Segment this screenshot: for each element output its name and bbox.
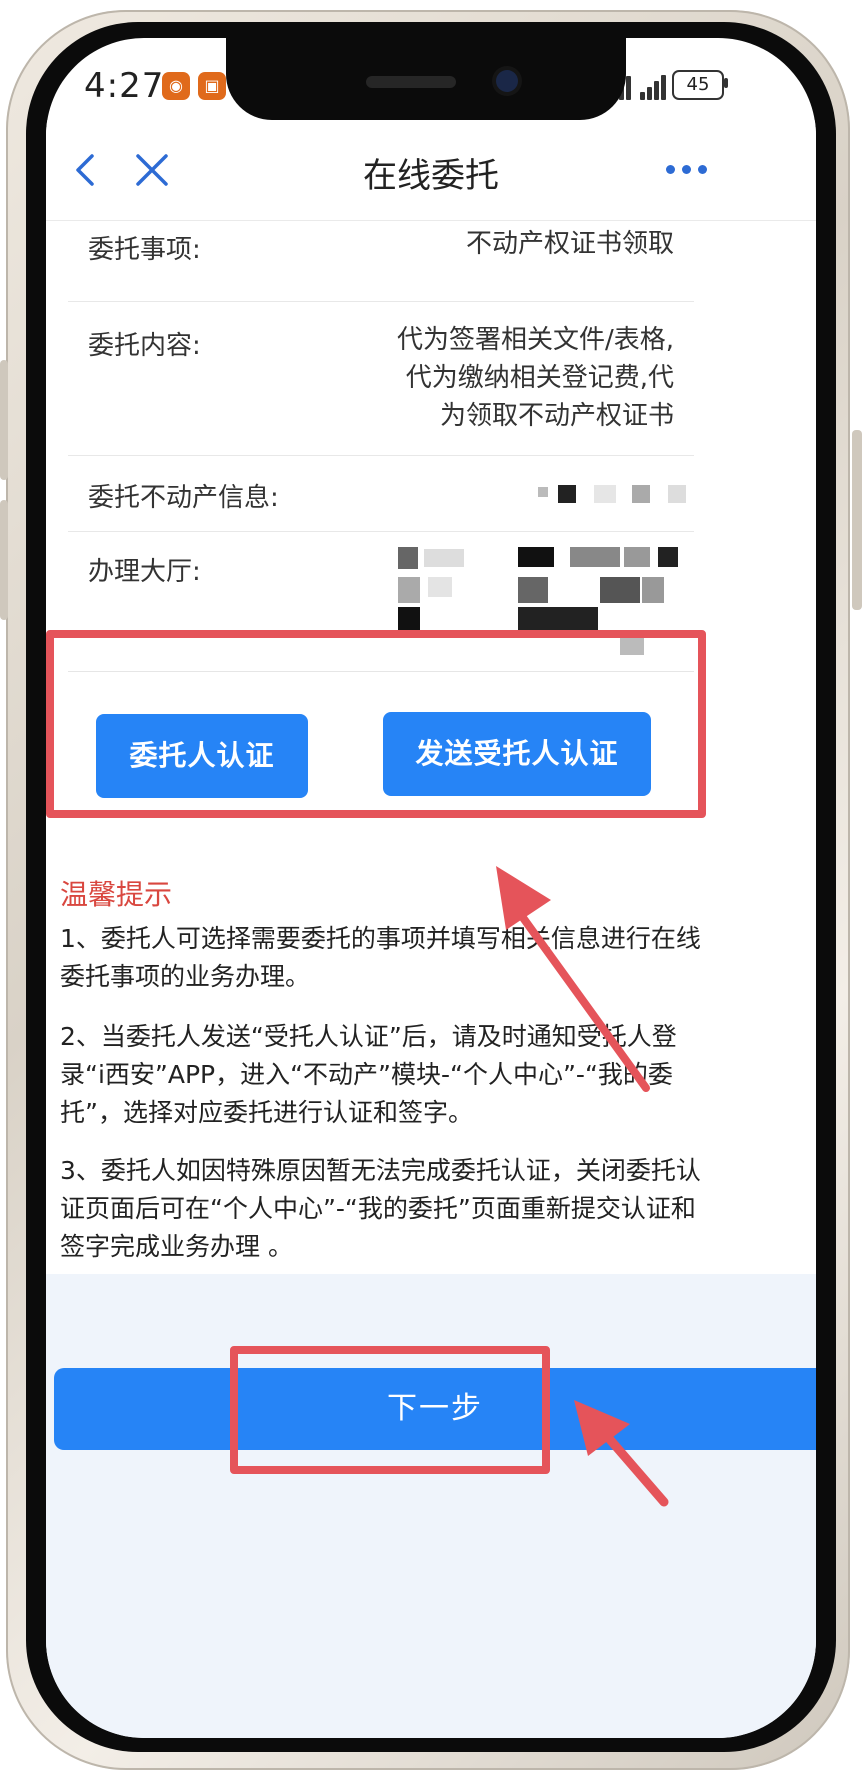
side-button (0, 360, 8, 480)
info-row-content: 委托内容: 代为签署相关文件/表格, 代为缴纳相关登记费,代 为领取不动产权证书 (68, 301, 694, 456)
notch (226, 38, 626, 120)
info-label: 委托事项: (88, 235, 201, 265)
front-camera (496, 70, 518, 92)
battery-icon: 45 (672, 70, 724, 100)
arrow-icon (574, 1400, 669, 1507)
battery-tip (724, 78, 728, 88)
info-value-line: 代为缴纳相关登记费,代 (405, 363, 674, 393)
side-button (0, 500, 8, 620)
side-button (852, 430, 862, 610)
more-icon[interactable] (666, 162, 710, 176)
info-value: 不动产权证书领取 (465, 229, 674, 259)
info-value-line: 代为签署相关文件/表格, (396, 325, 674, 355)
tip-item: 3、委托人如因特殊原因暂无法完成委托认证，关闭委托认证页面后可在“个人中心”-“… (60, 1156, 701, 1261)
arrow-icon (496, 866, 650, 1092)
info-label: 委托不动产信息: (88, 483, 279, 513)
bottom-bar (46, 1274, 816, 1738)
redacted-value (528, 483, 688, 505)
app-notification-icon: ▣ (198, 72, 226, 100)
weibo-icon: ◉ (162, 72, 190, 100)
highlight-frame (230, 1346, 550, 1474)
tips-title: 温馨提示 (60, 878, 173, 911)
status-time: 4:27 (84, 66, 165, 106)
speaker (366, 76, 456, 88)
nav-bar: 在线委托 (46, 120, 816, 221)
signal-icon (640, 74, 668, 100)
info-value-line: 为领取不动产权证书 (439, 401, 674, 431)
info-row-matter: 委托事项: 不动产权证书领取 (68, 221, 694, 302)
info-value: 代为签署相关文件/表格, 代为缴纳相关登记费,代 为领取不动产权证书 (397, 321, 674, 435)
info-label: 委托内容: (88, 331, 201, 361)
highlight-frame (46, 630, 706, 818)
info-row-property: 委托不动产信息: (68, 455, 694, 532)
phone-screen: 4:27 ◉ ▣ 45 在线委托 委托事项: 不动产权证书领取 委托内容: 代为… (46, 38, 816, 1738)
info-label: 办理大厅: (88, 557, 201, 587)
